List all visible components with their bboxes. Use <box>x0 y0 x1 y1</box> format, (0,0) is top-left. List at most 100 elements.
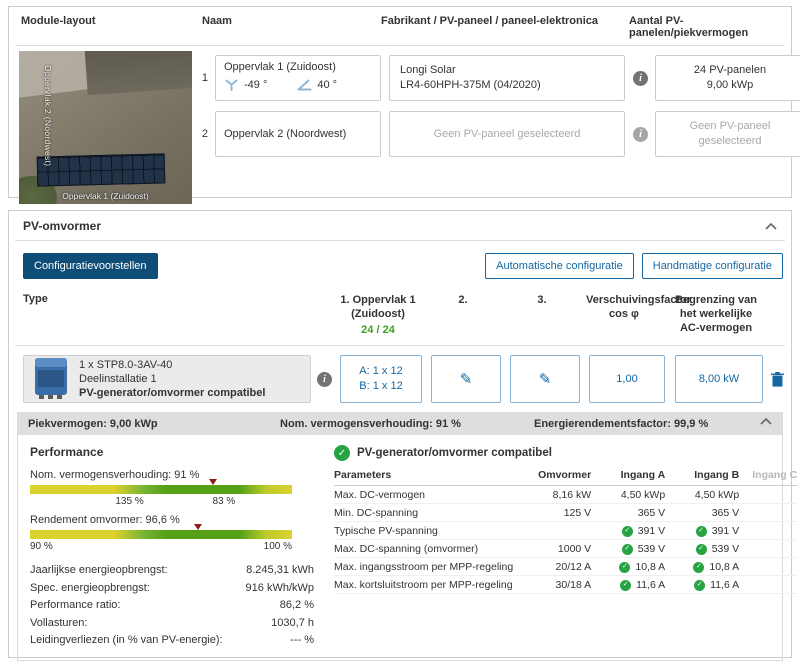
info-icon[interactable] <box>633 70 648 86</box>
info-icon[interactable] <box>633 126 648 142</box>
collapse-section-icon[interactable] <box>759 221 783 232</box>
edit-config-box-2[interactable] <box>431 355 501 403</box>
compatibility-table: Parameters Omvormer Ingang A Ingang B In… <box>334 469 798 594</box>
auto-config-button[interactable]: Automatische configuratie <box>485 253 634 279</box>
summary-energy-factor: Energierendementsfactor: 99,9 % <box>534 418 709 430</box>
surface-angles: -49 ° 40 ° <box>224 78 372 91</box>
cos-phi-value: 1,00 <box>616 373 638 385</box>
surface1-panel-count-status: 24 / 24 <box>361 324 395 336</box>
check-icon <box>695 525 707 537</box>
col-ingang-a: Ingang A <box>591 469 666 486</box>
compatibility-status: PV-generator/omvormer compatibel <box>79 387 266 399</box>
col-ingang-c: Ingang C <box>739 469 798 486</box>
stat-row: Spec. energieopbrengst: 916 kWh/kWp <box>30 581 314 594</box>
inverter-image <box>35 358 67 399</box>
compatibility-title: PV-generator/omvormer compatibel <box>357 447 552 459</box>
check-icon <box>621 525 633 537</box>
surface-rows: 1 Oppervlak 1 (Zuidoost) -49 ° 40 ° Long… <box>198 55 800 204</box>
summary-bar: Piekvermogen: 9,00 kWp Nom. vermogensver… <box>18 413 782 435</box>
collapse-details-icon[interactable] <box>754 416 778 427</box>
column-header-actions <box>768 293 783 337</box>
stat-row: Leidingverliezen (in % van PV-energie): … <box>30 634 314 646</box>
azimuth-icon <box>224 78 239 91</box>
performance-column: Performance Nom. vermogensverhouding: 91… <box>30 445 314 650</box>
pv-inverter-section: PV-omvormer Configuratievoorstellen Auto… <box>8 210 798 661</box>
ac-limit-value: 8,00 kW <box>698 373 740 385</box>
map-surface2-label: Oppervlak 2 (Noordwest) <box>43 65 53 167</box>
surface-row-1: 1 Oppervlak 1 (Zuidoost) -49 ° 40 ° Long… <box>198 55 800 101</box>
check-icon <box>619 561 631 573</box>
col-parameters: Parameters <box>334 469 514 486</box>
azimuth-value: -49 ° <box>244 78 268 91</box>
check-icon <box>693 561 705 573</box>
edit-config-box-3[interactable] <box>510 355 580 403</box>
pv-inverter-header: PV-omvormer <box>15 211 785 241</box>
module-layout-header-row: Module-layout Naam Fabrikant / PV-paneel… <box>15 7 785 46</box>
panel-select-box-2[interactable]: Geen PV-paneel geselecteerd <box>389 111 625 157</box>
string-b-config: B: 1 x 12 <box>359 380 403 392</box>
gauge-marker <box>209 479 218 485</box>
stat-row: Performance ratio: 86,2 % <box>30 599 314 611</box>
inverter-detail-panel: Piekvermogen: 9,00 kWp Nom. vermogensver… <box>17 412 798 661</box>
surface-row-2: 2 Oppervlak 2 (Noordwest) Geen PV-paneel… <box>198 111 800 157</box>
info-icon[interactable] <box>317 371 332 387</box>
nominal-ratio-label: Nom. vermogensverhouding: 91 % <box>30 469 200 481</box>
stat-row: Vollasturen: 1030,7 h <box>30 616 314 629</box>
panel-model: LR4-60HPH-375M (04/2020) <box>400 79 541 91</box>
cos-phi-field[interactable]: 1,00 <box>589 355 665 403</box>
peak-power: 9,00 kWp <box>706 79 754 91</box>
string-config-box-surface1[interactable]: A: 1 x 12 B: 1 x 12 <box>340 355 422 403</box>
column-header-aantal: Aantal PV-panelen/piekvermogen <box>629 15 749 39</box>
inverter-efficiency-gauge-marks: 90 % 100 % <box>30 541 292 552</box>
col-ingang-b: Ingang B <box>665 469 740 486</box>
param-name: Max. ingangsstroom per MPP-regeling <box>334 558 514 576</box>
performance-title: Performance <box>30 445 104 459</box>
manual-config-button[interactable]: Handmatige configuratie <box>641 253 783 279</box>
config-proposals-button[interactable]: Configuratievoorstellen <box>23 253 158 279</box>
surface-name-box-2[interactable]: Oppervlak 2 (Noordwest) <box>215 111 381 157</box>
column-header-surface1: 1. Oppervlak 1 (Zuidoost) 24 / 24 <box>337 293 419 337</box>
inverter-device-box[interactable]: 1 x STP8.0-3AV-40 Deelinstallatie 1 PV-g… <box>23 355 311 403</box>
panel-count-box-1[interactable]: 24 PV-panelen 9,00 kWp <box>655 55 800 101</box>
manufacturer-name: Longi Solar <box>400 64 456 76</box>
summary-nominal-ratio: Nom. vermogensverhouding: 91 % <box>280 418 461 430</box>
column-header-fabrikant: Fabrikant / PV-paneel / paneel-elektroni… <box>381 15 599 27</box>
surface-name: Oppervlak 2 (Noordwest) <box>224 128 347 140</box>
count-placeholder-text: Geen PV-paneel geselecteerd <box>689 120 771 147</box>
map-panel-array <box>36 153 166 187</box>
param-name: Max. kortsluitstroom per MPP-regeling <box>334 576 514 594</box>
column-header-module-layout: Module-layout <box>21 15 96 27</box>
column-header-naam: Naam <box>202 15 232 27</box>
surface-name-box-1[interactable]: Oppervlak 1 (Zuidoost) -49 ° 40 ° <box>215 55 381 101</box>
compatibility-title-row: PV-generator/omvormer compatibel <box>334 445 797 461</box>
check-icon <box>694 579 706 591</box>
column-header-ac-limit: Begrenzing van het werkelijke AC-vermoge… <box>675 294 757 334</box>
summary-peak-power: Piekvermogen: 9,00 kWp <box>28 418 158 430</box>
inverter-row: 1 x STP8.0-3AV-40 Deelinstallatie 1 PV-g… <box>15 355 785 403</box>
section-title: PV-omvormer <box>23 219 102 233</box>
param-name: Typische PV-spanning <box>334 522 514 540</box>
panel-count-box-2[interactable]: Geen PV-paneel geselecteerd <box>655 111 800 157</box>
module-layout-map[interactable]: Oppervlak 2 (Noordwest) Oppervlak 1 (Zui… <box>19 51 192 204</box>
column-header-2: 2. <box>458 294 468 306</box>
gauge-marker <box>193 524 202 530</box>
check-circle-icon <box>334 445 350 461</box>
subinstallation-label: Deelinstallatie 1 <box>79 373 157 385</box>
compatibility-column: PV-generator/omvormer compatibel Paramet… <box>334 445 798 650</box>
nominal-ratio-gauge <box>30 479 292 494</box>
delete-inverter-icon[interactable] <box>771 371 784 387</box>
column-header-cos-phi: Verschuivingsfactor cos φ <box>586 294 692 320</box>
string-a-config: A: 1 x 12 <box>359 365 403 377</box>
pencil-icon <box>460 370 473 388</box>
tilt-icon <box>297 78 312 91</box>
panel-select-box-1[interactable]: Longi Solar LR4-60HPH-375M (04/2020) <box>389 55 625 101</box>
column-header-type: Type <box>23 293 48 305</box>
inverter-table-header: Type 1. Oppervlak 1 (Zuidoost) 24 / 24 2… <box>15 293 785 346</box>
module-layout-section: Module-layout Naam Fabrikant / PV-paneel… <box>8 6 800 204</box>
inverter-efficiency-label: Rendement omvormer: 96,6 % <box>30 514 180 526</box>
stat-row: Jaarlijkse energieopbrengst: 8.245,31 kW… <box>30 564 314 576</box>
check-icon <box>695 543 707 555</box>
panel-placeholder-text: Geen PV-paneel geselecteerd <box>433 127 581 140</box>
performance-stats: Jaarlijkse energieopbrengst: 8.245,31 kW… <box>30 562 314 650</box>
ac-limit-field[interactable]: 8,00 kW <box>675 355 763 403</box>
